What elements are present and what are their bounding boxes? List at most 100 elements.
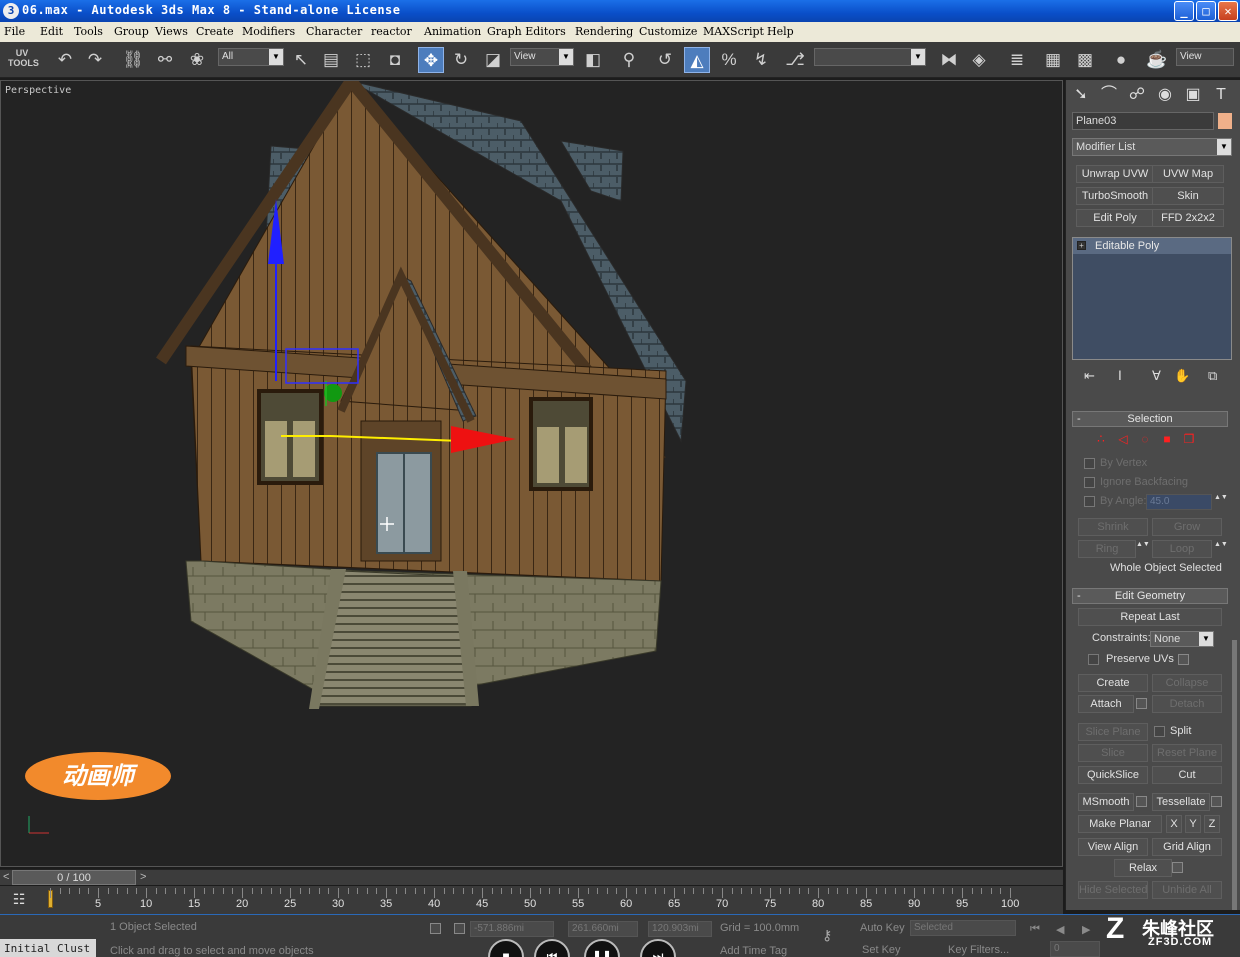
loop-button[interactable]: Loop (1152, 540, 1212, 558)
lock-selection-icon[interactable] (430, 923, 441, 934)
set-key-button[interactable]: Set Key (862, 944, 901, 956)
select-by-name-icon[interactable]: ▤ (318, 47, 344, 73)
stop-video-icon[interactable]: ■ (488, 939, 524, 957)
time-slider[interactable]: < 0 / 100 > (0, 869, 1063, 885)
undo-icon[interactable]: ↶ (52, 47, 78, 73)
modifier-stack[interactable]: + Editable Poly (1072, 237, 1232, 360)
menu-graph-editors[interactable]: Graph Editors (487, 25, 566, 38)
menu-modifiers[interactable]: Modifiers (242, 25, 295, 38)
ffd-2x2x2-button[interactable]: FFD 2x2x2 (1152, 209, 1224, 227)
utilities-tab-icon[interactable]: T (1210, 84, 1232, 106)
forward-video-icon[interactable]: ⏭ (640, 939, 676, 957)
slice-plane-button[interactable]: Slice Plane (1078, 723, 1148, 741)
key-filters-button[interactable]: Key Filters... (948, 944, 1009, 956)
menu-views[interactable]: Views (155, 25, 188, 38)
select-link-icon[interactable]: ⛓ (120, 47, 146, 73)
angle-spinner[interactable]: 45.0 (1146, 494, 1212, 510)
ignore-backfacing-checkbox[interactable] (1084, 477, 1095, 488)
minimize-button[interactable]: _ (1174, 1, 1194, 21)
hide-selected-button[interactable]: Hide Selected (1078, 881, 1148, 899)
hierarchy-tab-icon[interactable]: ☍ (1126, 84, 1148, 106)
redo-icon[interactable]: ↷ (82, 47, 108, 73)
display-tab-icon[interactable]: ▣ (1182, 84, 1204, 106)
configure-sets-icon[interactable]: ⧉ (1208, 368, 1217, 384)
menu-animation[interactable]: Animation (424, 25, 481, 38)
menu-group[interactable]: Group (114, 25, 149, 38)
skin-button[interactable]: Skin (1152, 187, 1224, 205)
slice-button[interactable]: Slice (1078, 744, 1148, 762)
uv-tools-button[interactable]: UV TOOLS (8, 48, 39, 72)
edit-poly-button[interactable]: Edit Poly (1076, 209, 1154, 227)
menu-reactor[interactable]: reactor (371, 25, 412, 38)
by-angle-checkbox[interactable] (1084, 496, 1095, 507)
menu-rendering[interactable]: Rendering (575, 25, 633, 38)
split-checkbox[interactable] (1154, 726, 1165, 737)
select-manipulate-icon[interactable]: ⚲ (616, 47, 642, 73)
command-panel-scrollbar[interactable] (1232, 640, 1237, 910)
tessellate-button[interactable]: Tessellate (1152, 793, 1210, 811)
pause-video-icon[interactable]: ❚❚ (584, 939, 620, 957)
edge-mode-icon[interactable]: ◁ (1116, 432, 1130, 446)
cut-button[interactable]: Cut (1152, 766, 1222, 784)
play-icon[interactable]: ▶ (1082, 923, 1090, 936)
preserve-uvs-checkbox[interactable] (1088, 654, 1099, 665)
msmooth-button[interactable]: MSmooth (1078, 793, 1134, 811)
repeat-last-button[interactable]: Repeat Last (1078, 608, 1222, 626)
track-bar[interactable]: ☷ 5 10 15 20 25 30 35 40 45 50 55 60 65 70 75 80 85 90 95 1… (0, 886, 1063, 914)
selection-rollout[interactable]: - Selection (1072, 411, 1228, 427)
material-editor-icon[interactable]: ● (1108, 47, 1134, 73)
shrink-button[interactable]: Shrink (1078, 518, 1148, 536)
app-icon[interactable]: 3 (3, 3, 19, 19)
time-prev-button[interactable]: < (3, 871, 9, 883)
element-mode-icon[interactable]: ❒ (1182, 432, 1196, 446)
make-planar-y-button[interactable]: Y (1185, 815, 1201, 833)
close-button[interactable]: ✕ (1218, 1, 1238, 21)
uvw-map-button[interactable]: UVW Map (1152, 165, 1224, 183)
select-object-icon[interactable]: ↖ (288, 47, 314, 73)
time-slider-knob[interactable]: 0 / 100 (12, 870, 136, 885)
z-coordinate-field[interactable]: 120.903mi (648, 921, 712, 937)
modifier-list-dropdown[interactable]: Modifier List ▼ (1072, 138, 1232, 156)
select-and-rotate-icon[interactable]: ↻ (448, 47, 474, 73)
menu-maxscript[interactable]: MAXScript (703, 25, 764, 38)
angle-snap-icon[interactable]: ◭ (684, 47, 710, 73)
expand-icon[interactable]: + (1077, 241, 1086, 250)
by-vertex-checkbox[interactable] (1084, 458, 1095, 469)
unwrap-uvw-button[interactable]: Unwrap UVW (1076, 165, 1154, 183)
object-name-field[interactable]: Plane03 (1072, 112, 1214, 130)
window-crossing-icon[interactable]: ◘ (382, 47, 408, 73)
spinner-snap-icon[interactable]: ↯ (748, 47, 774, 73)
grid-align-button[interactable]: Grid Align (1152, 838, 1222, 856)
object-color-swatch[interactable] (1218, 113, 1232, 129)
modify-tab-icon[interactable]: ⌒ (1098, 84, 1120, 106)
show-end-result-icon[interactable]: Ⅰ (1118, 368, 1122, 384)
menu-create[interactable]: Create (196, 25, 234, 38)
stack-item-editable-poly[interactable]: + Editable Poly (1073, 238, 1231, 254)
render-scene-icon[interactable]: ☕ (1144, 47, 1170, 73)
unhide-all-button[interactable]: Unhide All (1152, 881, 1222, 899)
pin-stack-icon[interactable]: ⇤ (1084, 368, 1095, 384)
reference-coordinate-dropdown[interactable]: View ▼ (510, 48, 574, 66)
current-frame-field[interactable]: 0 (1050, 941, 1100, 957)
remove-modifier-icon[interactable]: ✋ (1174, 368, 1190, 384)
time-next-button[interactable]: > (140, 871, 146, 883)
menu-help[interactable]: Help (767, 25, 794, 38)
create-button[interactable]: Create (1078, 674, 1148, 692)
tessellate-settings-icon[interactable] (1211, 796, 1222, 807)
schematic-view-icon[interactable]: ▩ (1072, 47, 1098, 73)
perspective-viewport[interactable]: Perspective 动画师 (0, 80, 1063, 867)
menu-customize[interactable]: Customize (639, 25, 697, 38)
key-filter-selected-dropdown[interactable]: Selected (910, 920, 1016, 936)
named-selection-dropdown[interactable]: ▼ (814, 48, 926, 66)
key-icon[interactable]: ⚷ (822, 927, 832, 944)
attach-button[interactable]: Attach (1078, 695, 1134, 713)
vertex-mode-icon[interactable]: ∴ (1094, 432, 1108, 446)
grow-button[interactable]: Grow (1152, 518, 1222, 536)
render-type-dropdown[interactable]: View (1176, 48, 1234, 66)
make-planar-x-button[interactable]: X (1166, 815, 1182, 833)
bind-space-warp-icon[interactable]: ❀ (184, 47, 210, 73)
snap-toggle-icon[interactable]: ↺ (652, 47, 678, 73)
ring-button[interactable]: Ring (1078, 540, 1136, 558)
select-and-move-icon[interactable]: ✥ (418, 47, 444, 73)
maxscript-listener[interactable]: Initial Clust (0, 939, 96, 957)
